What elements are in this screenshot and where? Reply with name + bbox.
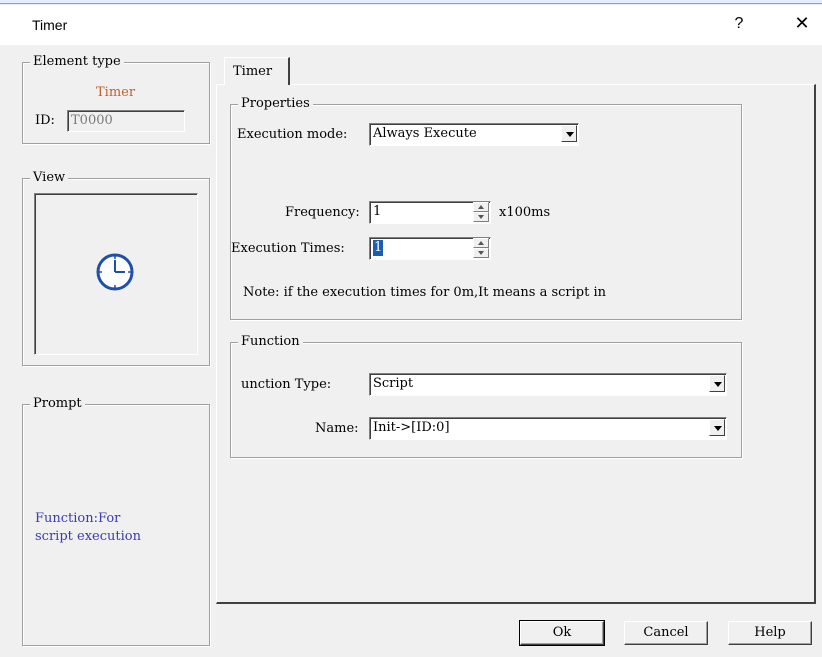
prompt-text-line1: Function:For [35,511,121,526]
function-group: Function unction Type: Script Name: Init… [230,334,742,458]
frequency-value: 1 [373,204,382,219]
function-name-value: Init->[ID:0] [373,420,450,435]
spin-down-icon[interactable] [473,212,489,222]
function-type-value: Script [373,376,414,391]
chevron-down-icon[interactable] [709,375,725,392]
tab-timer-label: Timer [233,64,273,79]
function-type-label: unction Type: [241,377,332,392]
spin-up-icon[interactable] [473,238,489,248]
function-name-select[interactable]: Init->[ID:0] [369,417,727,440]
execution-times-field[interactable]: 1 [369,237,491,260]
frequency-label: Frequency: [285,205,360,220]
function-name-label: Name: [315,421,359,436]
frequency-unit: x100ms [499,205,551,220]
properties-group: Properties Execution mode: Always Execut… [230,96,742,320]
execution-note: Note: if the execution times for 0m,It m… [243,285,607,300]
ok-button[interactable]: Ok [519,620,605,646]
frequency-field[interactable]: 1 [369,201,491,224]
prompt-text-line2: script execution [35,529,141,544]
prompt-group: Prompt Function:For script execution [22,396,210,646]
execution-mode-label: Execution mode: [237,127,348,142]
id-label: ID: [35,113,55,128]
element-type-value: Timer [96,85,136,100]
chevron-down-icon[interactable] [709,419,725,436]
prompt-label: Prompt [30,396,85,412]
chevron-down-icon[interactable] [561,125,577,142]
id-field: T0000 [67,110,185,132]
window-title: Timer [32,17,68,33]
window-top-accent-line [0,3,822,4]
cancel-button[interactable]: Cancel [624,621,708,645]
id-value: T0000 [71,113,113,128]
title-bar[interactable]: Timer ? ✕ [0,5,822,45]
execution-times-spinner[interactable] [473,238,489,258]
execution-mode-value: Always Execute [373,126,477,141]
tab-timer[interactable]: Timer [224,57,290,85]
execution-times-label: Execution Times: [231,241,345,256]
view-preview [34,193,198,355]
view-label: View [30,170,69,186]
properties-label: Properties [238,96,313,112]
execution-mode-select[interactable]: Always Execute [369,123,579,146]
help-icon[interactable]: ? [727,15,751,33]
spin-up-icon[interactable] [473,202,489,212]
function-label: Function [238,334,303,350]
element-type-label: Element type [30,54,124,70]
element-type-group: Element type Timer ID: T0000 [22,54,210,144]
function-type-select[interactable]: Script [369,373,727,396]
frequency-spinner[interactable] [473,202,489,222]
execution-times-value: 1 [373,240,384,256]
clock-icon [96,253,134,291]
view-group: View [22,170,210,366]
spin-down-icon[interactable] [473,248,489,258]
close-icon[interactable]: ✕ [790,13,814,34]
help-button[interactable]: Help [728,621,812,645]
